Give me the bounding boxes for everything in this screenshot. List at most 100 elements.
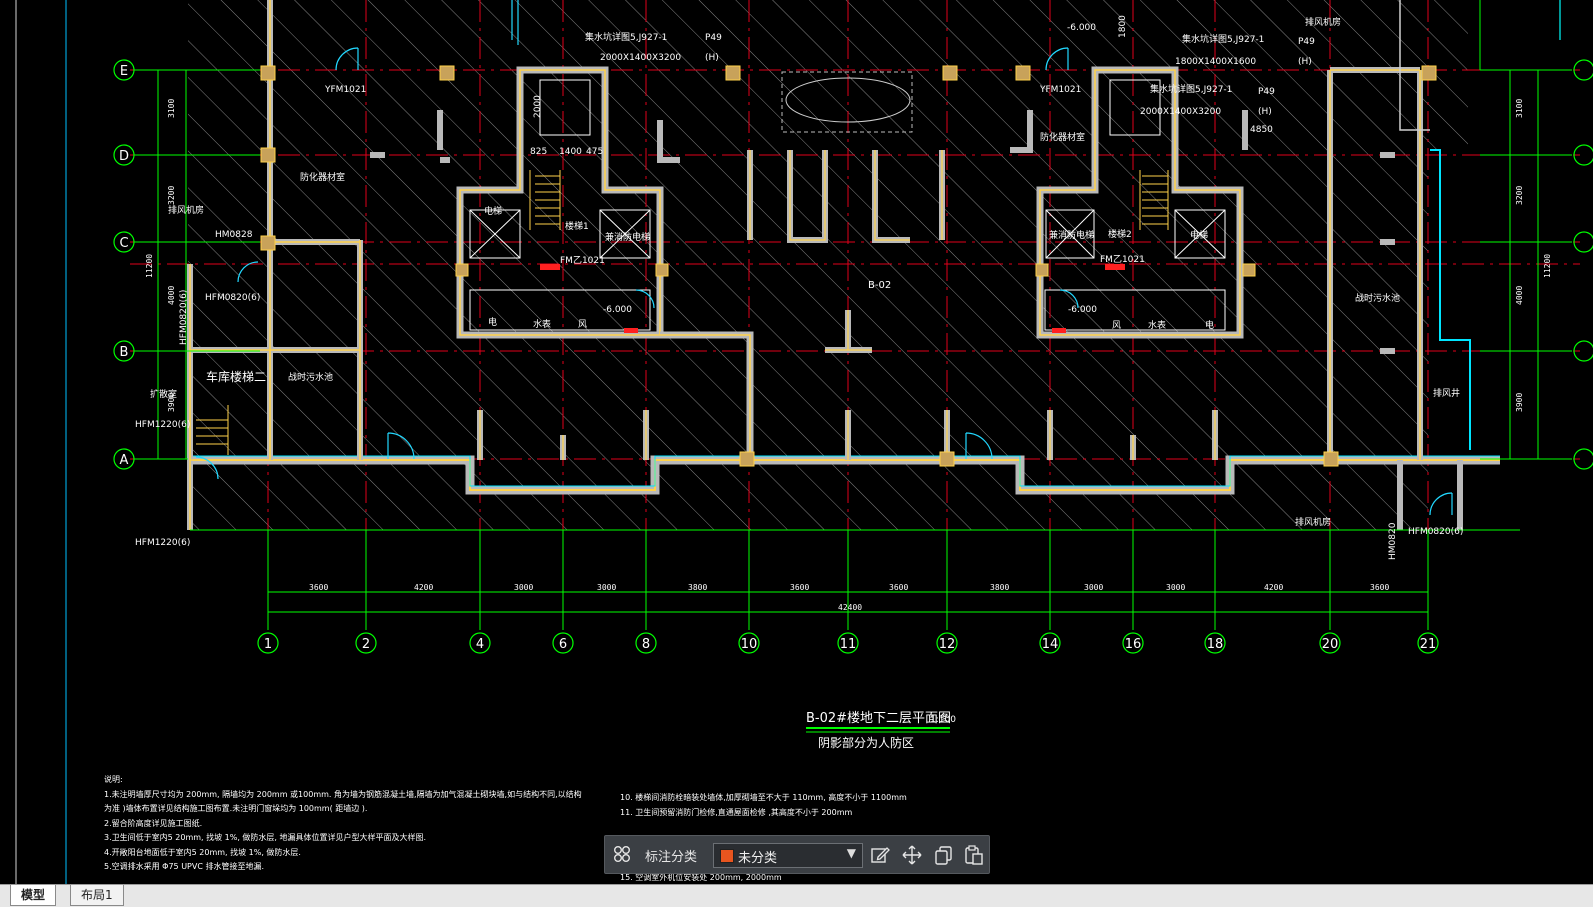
room-name: 风 bbox=[1112, 320, 1121, 331]
level-label: -6.000 bbox=[1067, 23, 1096, 33]
edit-icon[interactable] bbox=[869, 844, 891, 866]
axis-label-number: 6 bbox=[559, 637, 567, 652]
dim-right: 4000 bbox=[1515, 286, 1524, 305]
level-label: -6.000 bbox=[603, 305, 632, 315]
notes-line: 11. 卫生间预留消防门检修,直通屋面检修 ,其高度不小于 200mm bbox=[620, 807, 852, 817]
annotation-toolbar: 标注分类 未分类 ▼ bbox=[604, 835, 990, 874]
axis-label-number: 4 bbox=[476, 637, 484, 652]
notes-line: 1.未注明墙厚尺寸均为 200mm, 隔墙均为 200mm 或100mm. 角为… bbox=[104, 789, 582, 799]
dim-bay: 3800 bbox=[688, 583, 707, 592]
paste-icon[interactable] bbox=[963, 844, 985, 866]
notes-line: 为准 )墙体布置详见结构施工图布置.未注明门窗垛均为 100mm( 距墙边 ). bbox=[104, 803, 367, 813]
door-label: HFM0820(6) bbox=[1408, 527, 1463, 537]
drawing-title-block: B-02#楼地下二层平面图 1:100 阴影部分为人防区 bbox=[806, 711, 956, 750]
dim-left: 3200 bbox=[167, 186, 176, 205]
sump-detail-label: 集水坑详图5,J927-1 bbox=[1150, 83, 1232, 95]
room-name: 兼消防电梯 bbox=[1049, 229, 1094, 241]
cad-drawing-area[interactable]: 3600 4200 3000 3000 3800 3600 3600 3800 … bbox=[0, 0, 1593, 884]
dim-right: 3200 bbox=[1515, 186, 1524, 205]
axis-label-number: 8 bbox=[642, 637, 650, 652]
notes-line: 4.开敞阳台地面低于室内5 20mm, 找坡 1%, 做防水层. bbox=[104, 847, 301, 857]
dim-right: 3100 bbox=[1515, 99, 1524, 118]
door-label: FM乙1021 bbox=[1100, 254, 1145, 265]
dim-bay: 3000 bbox=[597, 583, 616, 592]
move-icon[interactable] bbox=[901, 844, 923, 866]
axis-label-number: 21 bbox=[1420, 637, 1437, 652]
category-value: 未分类 bbox=[738, 851, 778, 866]
sump-size-label: 2000X1400X3200 bbox=[1140, 107, 1221, 117]
room-name: 战时污水池 bbox=[1355, 292, 1400, 304]
axis-label-number: 14 bbox=[1042, 637, 1059, 652]
room-name: 排风井 bbox=[1433, 387, 1460, 399]
zone-label: B-02 bbox=[868, 280, 891, 291]
axis-label-letter: A bbox=[120, 453, 129, 468]
axis-label-number: 12 bbox=[939, 637, 956, 652]
dim-right-total: 11200 bbox=[1543, 254, 1552, 278]
sump-h-label: (H) bbox=[705, 53, 719, 63]
dim-bay: 3000 bbox=[514, 583, 533, 592]
axis-label-letter: E bbox=[120, 64, 128, 79]
axis-label-number: 11 bbox=[840, 637, 857, 652]
notes-line: 5.空调排水采用 Φ75 UPVC 排水管接至地漏. bbox=[104, 861, 264, 871]
room-name: 防化器材室 bbox=[1040, 131, 1085, 143]
dim-bay: 3600 bbox=[1370, 583, 1389, 592]
axis-label-letter: D bbox=[119, 149, 129, 164]
room-name: 战时污水池 bbox=[288, 371, 333, 383]
dimension-label: 2000 bbox=[533, 95, 543, 118]
door-label: FM乙1021 bbox=[560, 255, 605, 266]
notes-line: 3.卫生间低于室内5 20mm, 找坡 1%, 做防水层, 地漏具体位置详见户型… bbox=[104, 832, 426, 842]
door-label: YFM1021 bbox=[324, 85, 366, 95]
plan-subtitle: 阴影部分为人防区 bbox=[818, 735, 914, 750]
room-name: 风 bbox=[578, 319, 587, 330]
axis-label-number: 1 bbox=[264, 637, 272, 652]
room-name: 楼梯1 bbox=[565, 220, 589, 232]
sump-h-label: (H) bbox=[1258, 107, 1272, 117]
dim-bay: 3600 bbox=[889, 583, 908, 592]
sump-h-label: (H) bbox=[1298, 57, 1312, 67]
room-name: 扩散室 bbox=[150, 388, 177, 400]
dim-bay: 3600 bbox=[309, 583, 328, 592]
sump-ref-label: P49 bbox=[705, 33, 722, 43]
category-select[interactable]: 未分类 ▼ bbox=[713, 843, 863, 868]
axis-label-letter: C bbox=[119, 236, 128, 251]
tab-model[interactable]: 模型 bbox=[10, 885, 57, 906]
dimension-label: 1400 bbox=[559, 147, 582, 157]
notes-line: 10. 楼梯间消防栓暗装处墙体,加厚砌墙至不大于 110mm, 高度不小于 11… bbox=[620, 792, 907, 802]
dimension-label: 475 bbox=[586, 147, 603, 157]
dim-bay: 4200 bbox=[1264, 583, 1283, 592]
grid-icon[interactable] bbox=[613, 845, 631, 863]
door-label: HFM1220(6) bbox=[135, 538, 190, 548]
elevation-label: 1800 bbox=[1118, 15, 1128, 38]
chevron-down-icon: ▼ bbox=[846, 846, 856, 860]
axis-label-number: 2 bbox=[362, 637, 370, 652]
door-label: HM0820 bbox=[1388, 522, 1398, 560]
room-name: 电梯 bbox=[1190, 229, 1208, 241]
floor-plan-drawing[interactable]: 3600 4200 3000 3000 3800 3600 3600 3800 … bbox=[0, 0, 1593, 884]
room-name: 电梯 bbox=[484, 205, 502, 217]
dim-left-total: 11200 bbox=[145, 254, 154, 278]
tab-layout1[interactable]: 布局1 bbox=[70, 885, 124, 906]
dim-bay: 3000 bbox=[1166, 583, 1185, 592]
axis-label-letter: B bbox=[120, 345, 129, 360]
sump-detail-label: 集水坑详图5,J927-1 bbox=[1182, 33, 1264, 45]
dimension-label: 4850 bbox=[1250, 125, 1273, 135]
dim-bay: 3000 bbox=[1084, 583, 1103, 592]
sump-size-label: 2000X1400X3200 bbox=[600, 53, 681, 63]
dim-bay: 3600 bbox=[790, 583, 809, 592]
category-label: 标注分类 bbox=[645, 850, 698, 865]
plan-scale: 1:100 bbox=[930, 715, 956, 725]
room-name: 水表 bbox=[1148, 319, 1166, 331]
door-label: YFM1021 bbox=[1039, 85, 1081, 95]
dimension-label: 825 bbox=[530, 147, 547, 157]
dim-bay: 3800 bbox=[990, 583, 1009, 592]
room-name: 排风机房 bbox=[1305, 16, 1341, 28]
room-name: 车库楼梯二 bbox=[206, 369, 266, 384]
room-name: 防化器材室 bbox=[300, 171, 345, 183]
dim-bay: 4200 bbox=[414, 583, 433, 592]
room-name: 电 bbox=[488, 316, 497, 328]
sump-ref-label: P49 bbox=[1258, 87, 1275, 97]
dim-total: 42400 bbox=[838, 603, 862, 612]
copy-icon[interactable] bbox=[933, 844, 955, 866]
axis-label-number: 10 bbox=[741, 637, 758, 652]
door-label: HM0828 bbox=[215, 230, 253, 240]
